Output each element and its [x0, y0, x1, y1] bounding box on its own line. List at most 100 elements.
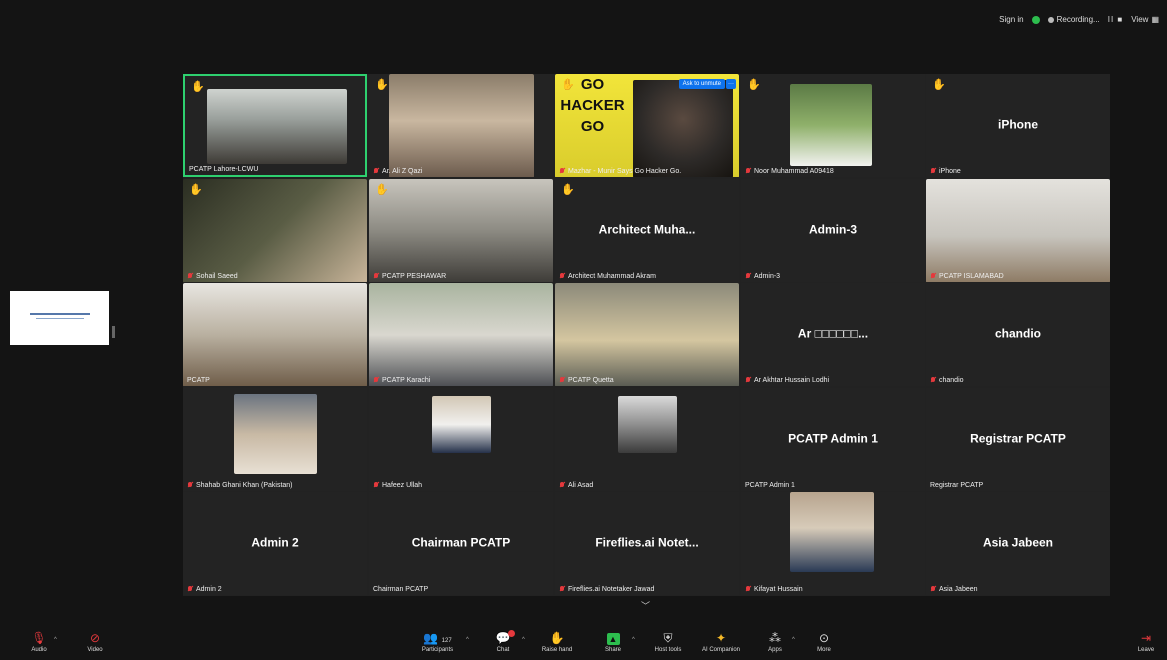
participant-name-text: Hafeez Ullah [382, 482, 423, 489]
participant-name-text: Architect Muhammad Akram [568, 273, 656, 280]
sign-line: GO [580, 118, 605, 135]
muted-microphone-icon [745, 586, 751, 593]
participant-name: Ar Akhtar Hussain Lodhi [745, 377, 829, 384]
participant-tile[interactable]: PCATP ISLAMABAD [926, 179, 1110, 282]
participants-count: 127 [441, 638, 452, 644]
participant-video [207, 89, 347, 164]
muted-microphone-icon [559, 168, 565, 175]
participant-name: Chairman PCATP [373, 586, 428, 593]
participant-tile[interactable]: PCATP Admin 1 PCATP Admin 1 [741, 388, 925, 491]
participant-name: iPhone [930, 168, 961, 175]
chevron-down-icon[interactable]: ﹀ [641, 599, 650, 612]
apps-label: Apps [768, 647, 782, 653]
participant-name: Admin-3 [745, 273, 780, 280]
profile-picture [790, 84, 872, 166]
participant-tile[interactable]: ✋ Ar. Ali Z Qazi [369, 74, 553, 177]
participant-name: PCATP Quetta [559, 377, 614, 384]
chat-button[interactable]: 💬 Chat ^ [488, 630, 525, 653]
muted-microphone-icon [930, 168, 936, 175]
participant-name-text: Mazhar - Munir Says Go Hacker Go. [568, 168, 682, 175]
participant-name-text: Registrar PCATP [930, 482, 984, 489]
raise-hand-button[interactable]: ✋ Raise hand [538, 631, 576, 653]
participant-tile[interactable]: PCATP Quetta [555, 283, 739, 386]
participant-tile[interactable]: ✋ PCATP Lahore-LCWU [183, 74, 367, 177]
sign-in-link[interactable]: Sign in [999, 15, 1023, 24]
participant-name: PCATP PESHAWAR [373, 273, 446, 280]
resize-handle[interactable] [112, 326, 115, 338]
participant-video [926, 179, 1110, 282]
recording-controls[interactable]: II ■ [1108, 15, 1124, 24]
leave-button[interactable]: ⇥ Leave [1133, 631, 1159, 653]
participant-tile[interactable]: Ali Asad [555, 388, 739, 491]
security-shield-icon[interactable] [1031, 15, 1040, 24]
raised-hand-icon: ✋ [375, 79, 389, 91]
participant-tile[interactable]: Shahab Ghani Khan (Pakistan) [183, 388, 367, 491]
participant-name-text: Kifayat Hussain [754, 586, 803, 593]
participant-name: PCATP ISLAMABAD [930, 273, 1004, 280]
participant-tile[interactable]: PCATP Karachi [369, 283, 553, 386]
participant-tile[interactable]: Admin-3 Admin-3 [741, 179, 925, 282]
audio-label: Audio [31, 647, 47, 653]
participant-tile[interactable]: GO HACKER GO Ask to unmute ··· ✋ Mazhar - Muni… [555, 74, 739, 177]
ai-companion-label: AI Companion [701, 647, 741, 653]
grid-view-icon: ▦ [1151, 15, 1159, 24]
muted-microphone-icon [559, 586, 565, 593]
participant-video [183, 283, 367, 386]
participant-tile[interactable]: Architect Muha... ✋ Architect Muhammad Akr… [555, 179, 739, 282]
participant-name: PCATP Lahore-LCWU [189, 166, 258, 173]
participant-video [369, 179, 553, 282]
apps-icon: ⁂ [769, 631, 781, 645]
participant-tile[interactable]: Asia Jabeen Asia Jabeen [926, 492, 1110, 595]
participant-tile[interactable]: iPhone ✋ iPhone [926, 74, 1110, 177]
muted-microphone-icon [745, 377, 751, 384]
audio-button[interactable]: 🎙 Audio ^ [24, 631, 57, 653]
sparkle-icon: ✦ [715, 631, 727, 645]
muted-microphone-icon [930, 377, 936, 384]
participant-name-text: Asia Jabeen [939, 586, 978, 593]
participants-button[interactable]: 👥 127 Participants ^ [410, 631, 469, 653]
participants-options-caret[interactable]: ^ [466, 637, 469, 643]
participant-tile[interactable]: ✋ Sohail Saeed [183, 179, 367, 282]
video-button[interactable]: ⊘ Video [80, 631, 110, 653]
share-button[interactable]: ▲ Share ^ [598, 631, 635, 653]
ai-companion-button[interactable]: ✦ AI Companion [695, 631, 747, 653]
participant-tile[interactable]: Admin 2 Admin 2 [183, 492, 367, 595]
participant-name: PCATP Karachi [373, 377, 430, 384]
cloud-icon [1047, 16, 1054, 23]
participant-tile[interactable]: Ar □□□□□□... Ar Akhtar Hussain Lodhi [741, 283, 925, 386]
participant-name-text: Shahab Ghani Khan (Pakistan) [196, 482, 293, 489]
gallery-view: ✋ PCATP Lahore-LCWU ✋ Ar. Ali Z Qazi GO HACKE… [183, 74, 1110, 596]
participant-tile[interactable]: Fireflies.ai Notet... Fireflies.ai Noteta… [555, 492, 739, 595]
view-button[interactable]: View ▦ [1131, 15, 1159, 24]
apps-options-caret[interactable]: ^ [792, 637, 795, 643]
host-tools-button[interactable]: ⛨ Host tools [648, 631, 688, 653]
participant-name-text: Ar Akhtar Hussain Lodhi [754, 377, 830, 384]
share-options-caret[interactable]: ^ [632, 637, 635, 643]
participant-tile[interactable]: Chairman PCATP Chairman PCATP [369, 492, 553, 595]
profile-picture [790, 492, 874, 572]
participant-tile[interactable]: Hafeez Ullah [369, 388, 553, 491]
participant-display-name: chandio [994, 326, 1041, 341]
participant-name-text: PCATP Quetta [568, 377, 614, 384]
video-label: Video [87, 647, 103, 653]
participant-tile[interactable]: Registrar PCATP Registrar PCATP [926, 388, 1110, 491]
chat-options-caret[interactable]: ^ [522, 637, 525, 643]
participant-tile[interactable]: chandio chandio [926, 283, 1110, 386]
participant-tile[interactable]: ✋ PCATP PESHAWAR [369, 179, 553, 282]
raise-hand-label: Raise hand [541, 647, 573, 653]
muted-microphone-icon [930, 586, 936, 593]
audio-options-caret[interactable]: ^ [54, 637, 57, 643]
participant-tile[interactable]: ✋ Noor Muhammad A09418 [741, 74, 925, 177]
more-button[interactable]: ⊙ More [810, 631, 838, 653]
apps-button[interactable]: ⁂ Apps ^ [760, 631, 795, 653]
participant-name: Architect Muhammad Akram [559, 273, 656, 280]
top-bar: Sign in Recording... II ■ View ▦ [999, 15, 1159, 24]
participant-name-text: PCATP Admin 1 [745, 482, 795, 489]
more-label: More [817, 647, 831, 653]
participant-tile[interactable]: PCATP [183, 283, 367, 386]
sign-line: HACKER [560, 97, 625, 114]
more-options-icon[interactable]: ··· [726, 79, 736, 89]
participant-tile[interactable]: Kifayat Hussain [741, 492, 925, 595]
ask-to-unmute-button[interactable]: Ask to unmute [678, 79, 725, 89]
shared-screen-thumbnail[interactable] [10, 291, 109, 345]
